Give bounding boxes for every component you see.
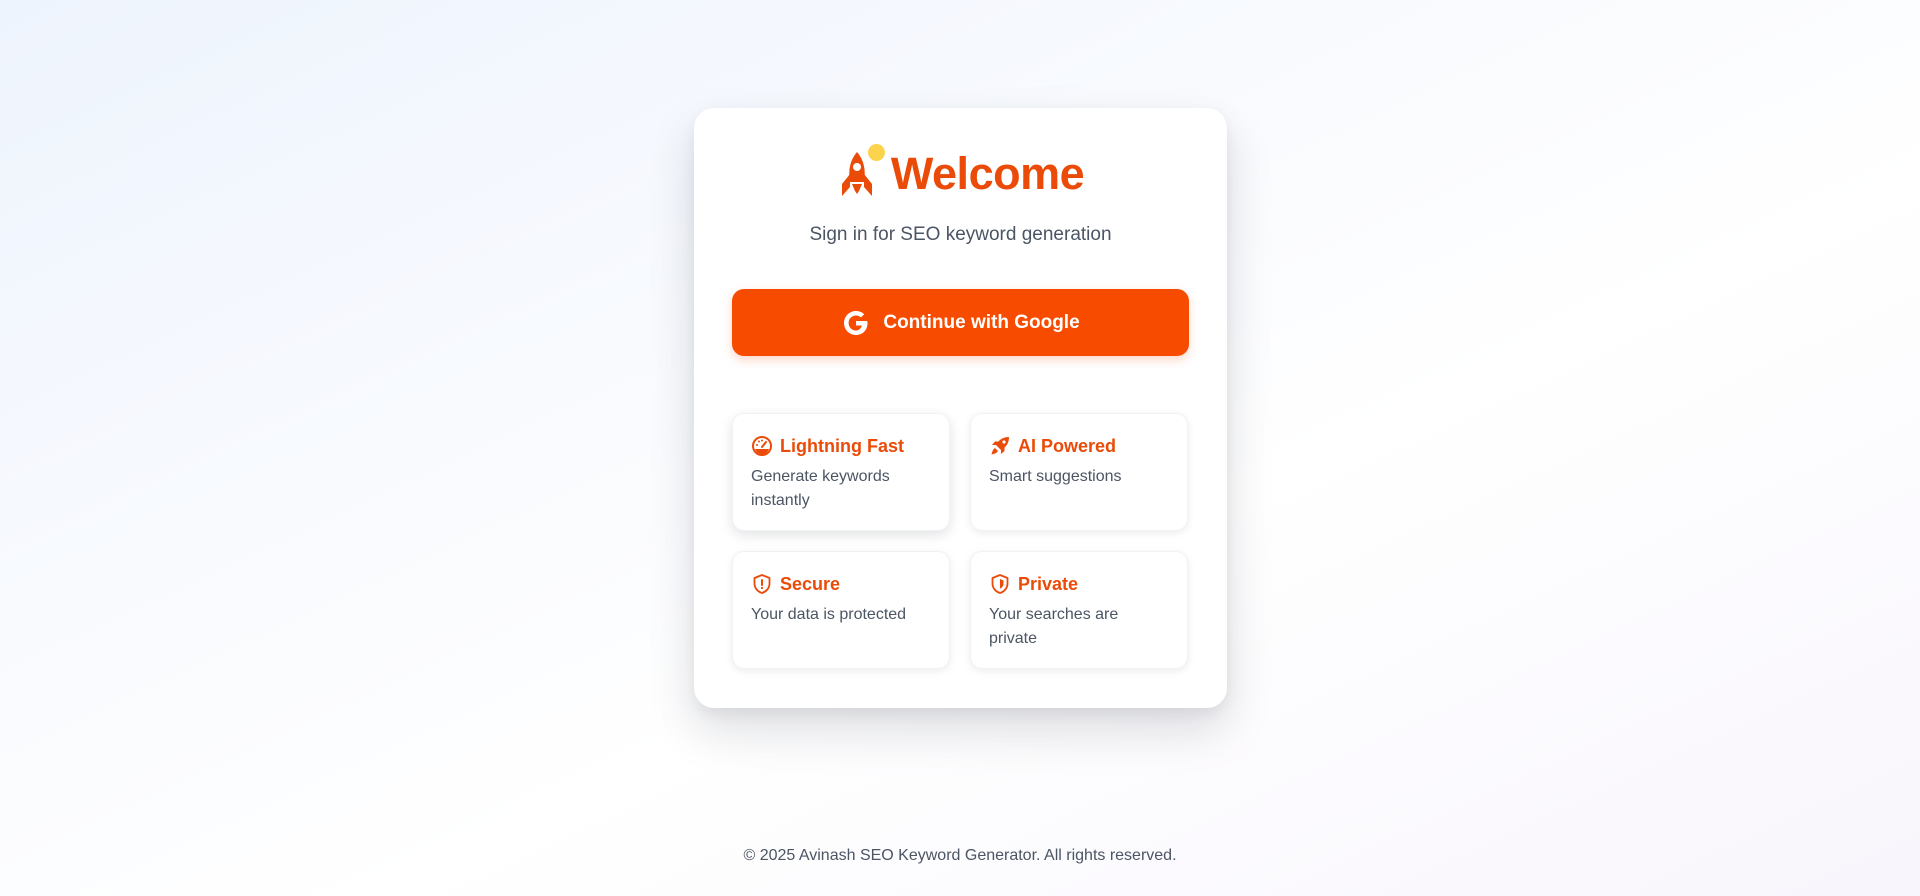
feature-card-ai-powered: AI Powered Smart suggestions bbox=[970, 413, 1188, 531]
logo-dot bbox=[867, 144, 885, 161]
rocket-icon bbox=[837, 144, 885, 200]
feature-title: Lightning Fast bbox=[780, 435, 904, 456]
feature-description: Generate keywords instantly bbox=[751, 468, 890, 509]
feature-description: Your data is protected bbox=[751, 606, 907, 623]
shield-icon bbox=[751, 573, 773, 595]
page-title: Welcome bbox=[890, 148, 1085, 199]
shield-icon bbox=[989, 573, 1011, 595]
feature-card-private: Private Your searches are private bbox=[970, 551, 1188, 669]
feature-description: Smart suggestions bbox=[989, 468, 1122, 485]
google-signin-button[interactable]: Continue with Google bbox=[732, 289, 1189, 356]
feature-title: Private bbox=[1018, 573, 1079, 594]
feature-title: Secure bbox=[780, 573, 841, 594]
feature-title: AI Powered bbox=[1018, 435, 1117, 456]
google-icon bbox=[841, 308, 871, 338]
feature-card-lightning-fast: Lightning Fast Generate keywords instant… bbox=[732, 413, 950, 531]
feature-card-secure: Secure Your data is protected bbox=[732, 551, 950, 669]
rocket-icon bbox=[989, 435, 1011, 457]
google-signin-label: Continue with Google bbox=[883, 311, 1080, 333]
speedometer-icon bbox=[751, 435, 773, 457]
card-header: Welcome bbox=[694, 142, 1227, 206]
page-subtitle: Sign in for SEO keyword generation bbox=[809, 224, 1112, 245]
feature-description: Your searches are private bbox=[989, 606, 1119, 647]
footer-copyright: © 2025 Avinash SEO Keyword Generator. Al… bbox=[743, 847, 1177, 864]
login-card: Welcome Sign in for SEO keyword generati… bbox=[694, 108, 1227, 708]
